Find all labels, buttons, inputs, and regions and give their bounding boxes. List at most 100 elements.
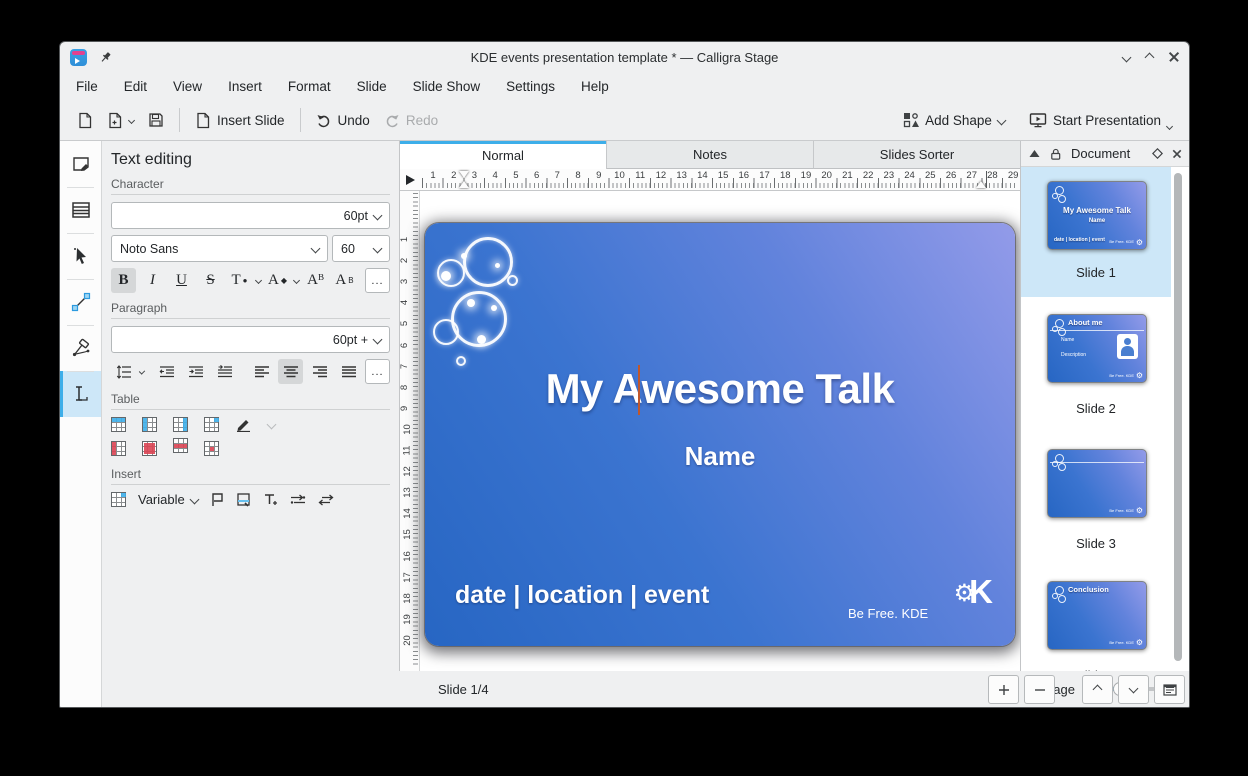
align-center-button[interactable] — [278, 359, 303, 384]
thumbnail-scrollbar[interactable] — [1174, 173, 1182, 661]
menu-slide[interactable]: Slide — [357, 79, 387, 94]
add-shape-button[interactable]: Add Shape — [896, 107, 1012, 133]
highlight-color-button[interactable]: A◆ — [265, 268, 290, 293]
slide-canvas[interactable]: 1234567891011121314151617181920 — [400, 191, 1020, 671]
text-color-dropdown-icon[interactable] — [255, 277, 262, 284]
exchange-arrows-icon[interactable] — [318, 493, 334, 507]
minimize-button[interactable] — [1122, 52, 1132, 62]
slide-item-1[interactable]: My Awesome Talk Name date | location | e… — [1021, 167, 1171, 297]
insert-column-right-icon[interactable] — [173, 417, 188, 432]
menu-view[interactable]: View — [173, 79, 202, 94]
vertical-ruler[interactable]: 1234567891011121314151617181920 — [400, 191, 420, 671]
horizontal-ruler[interactable]: 1234567891011121314151617181920212223242… — [400, 169, 1020, 191]
text-color-button[interactable]: T● — [227, 268, 252, 293]
close-button[interactable] — [1169, 52, 1179, 62]
strikethrough-button[interactable]: S — [198, 268, 223, 293]
add-slide-button[interactable] — [988, 675, 1019, 704]
save-button[interactable] — [141, 107, 171, 133]
slide-subtitle-text[interactable]: Name — [425, 441, 1015, 472]
remove-slide-button[interactable] — [1024, 675, 1055, 704]
add-shape-dropdown-icon[interactable] — [996, 115, 1006, 125]
menu-edit[interactable]: Edit — [124, 79, 147, 94]
menu-format[interactable]: Format — [288, 79, 331, 94]
connector-tool[interactable] — [60, 279, 101, 325]
open-document-dropdown-icon[interactable] — [128, 116, 135, 123]
undo-button[interactable]: Undo — [309, 107, 377, 133]
thumbnail-view-options-button[interactable] — [1154, 675, 1185, 704]
table-pen-button[interactable] — [235, 417, 252, 432]
character-more-options-button[interactable]: ... — [365, 268, 390, 293]
menu-insert[interactable]: Insert — [228, 79, 262, 94]
insert-page-break-icon[interactable] — [236, 492, 251, 507]
align-right-button[interactable] — [307, 359, 332, 384]
menu-help[interactable]: Help — [581, 79, 609, 94]
italic-button[interactable]: I — [140, 268, 165, 293]
slide-2-thumbnail[interactable]: About me Name Description Be Free. KDE ⚙ — [1047, 314, 1147, 383]
align-left-button[interactable] — [249, 359, 274, 384]
insert-column-left-icon[interactable] — [142, 417, 157, 432]
menu-slide-show[interactable]: Slide Show — [413, 79, 481, 94]
bold-button[interactable]: B — [111, 268, 136, 293]
new-document-button[interactable] — [70, 107, 100, 134]
open-document-button[interactable] — [100, 107, 141, 134]
redo-button[interactable]: Redo — [377, 107, 445, 133]
tab-normal[interactable]: Normal — [400, 141, 607, 169]
tab-notes[interactable]: Notes — [607, 141, 814, 169]
font-family-combobox[interactable]: Noto Sans — [111, 235, 328, 262]
insert-bookmark-icon[interactable] — [210, 492, 224, 507]
tab-slides-sorter[interactable]: Slides Sorter — [814, 141, 1020, 169]
right-indent-marker[interactable] — [976, 181, 986, 188]
slide-item-4[interactable]: Conclusion Be Free. KDE ⚙ Slide 4 — [1021, 565, 1171, 671]
slide-1-thumbnail[interactable]: My Awesome Talk Name date | location | e… — [1047, 181, 1147, 250]
insert-row-above-icon[interactable] — [111, 417, 126, 432]
slide-layout-tool[interactable] — [60, 187, 101, 233]
highlight-color-dropdown-icon[interactable] — [293, 277, 300, 284]
superscript-button[interactable]: Aᴮ — [303, 268, 328, 293]
swap-horizontal-icon[interactable] — [290, 493, 306, 507]
edit-shapes-tool[interactable] — [60, 141, 101, 187]
first-line-indent-marker[interactable] — [459, 171, 469, 178]
line-spacing-dropdown-icon[interactable] — [139, 368, 145, 374]
delete-row-icon[interactable] — [173, 438, 188, 453]
left-indent-marker[interactable] — [459, 181, 469, 188]
text-tool[interactable] — [60, 371, 101, 417]
insert-cell-icon[interactable] — [204, 417, 219, 432]
slide-footer-text[interactable]: date | location | event — [455, 581, 709, 610]
increase-indent-button[interactable] — [183, 359, 208, 384]
slide-item-2[interactable]: About me Name Description Be Free. KDE ⚙… — [1021, 297, 1171, 433]
paragraph-more-options-button[interactable]: ... — [365, 359, 390, 384]
paragraph-style-combobox[interactable]: 60pt + — [111, 326, 390, 353]
underline-button[interactable]: U — [169, 268, 194, 293]
slide-3-thumbnail[interactable]: Be Free. KDE ⚙ — [1047, 449, 1147, 518]
toolbar-overflow-icon[interactable] — [1166, 122, 1173, 129]
character-style-combobox[interactable]: 60pt — [111, 202, 390, 229]
insert-text-icon[interactable] — [263, 492, 278, 507]
menu-settings[interactable]: Settings — [506, 79, 555, 94]
subscript-button[interactable]: AB — [332, 268, 357, 293]
close-docker-icon[interactable] — [1173, 149, 1182, 158]
align-justify-button[interactable] — [336, 359, 361, 384]
slide-item-3[interactable]: Be Free. KDE ⚙ Slide 3 — [1021, 433, 1171, 565]
start-presentation-button[interactable]: Start Presentation — [1022, 107, 1179, 134]
insert-table-icon[interactable] — [111, 492, 126, 507]
font-size-combobox[interactable]: 60 — [332, 235, 390, 262]
delete-column-icon[interactable] — [111, 441, 126, 456]
line-spacing-button[interactable] — [111, 359, 136, 384]
lock-docker-icon[interactable] — [1049, 147, 1062, 161]
decrease-indent-button[interactable] — [154, 359, 179, 384]
menu-file[interactable]: File — [76, 79, 98, 94]
float-docker-icon[interactable] — [1152, 148, 1163, 159]
delete-table-icon[interactable] — [142, 441, 157, 456]
slide-title-text[interactable]: My Awesome Talk — [425, 365, 1015, 413]
insert-slide-button[interactable]: Insert Slide — [188, 107, 292, 134]
move-slide-down-button[interactable] — [1118, 675, 1149, 704]
first-line-indent-button[interactable] — [212, 359, 237, 384]
delete-cell-icon[interactable] — [204, 441, 219, 456]
move-slide-up-button[interactable] — [1082, 675, 1113, 704]
path-drawing-tool[interactable] — [60, 325, 101, 371]
selection-tool[interactable] — [60, 233, 101, 279]
maximize-button[interactable] — [1145, 52, 1155, 62]
insert-variable-dropdown[interactable]: Variable — [138, 492, 198, 507]
slide-page[interactable]: My Awesome Talk Name date | location | e… — [425, 223, 1015, 646]
collapse-docker-icon[interactable] — [1029, 149, 1040, 158]
